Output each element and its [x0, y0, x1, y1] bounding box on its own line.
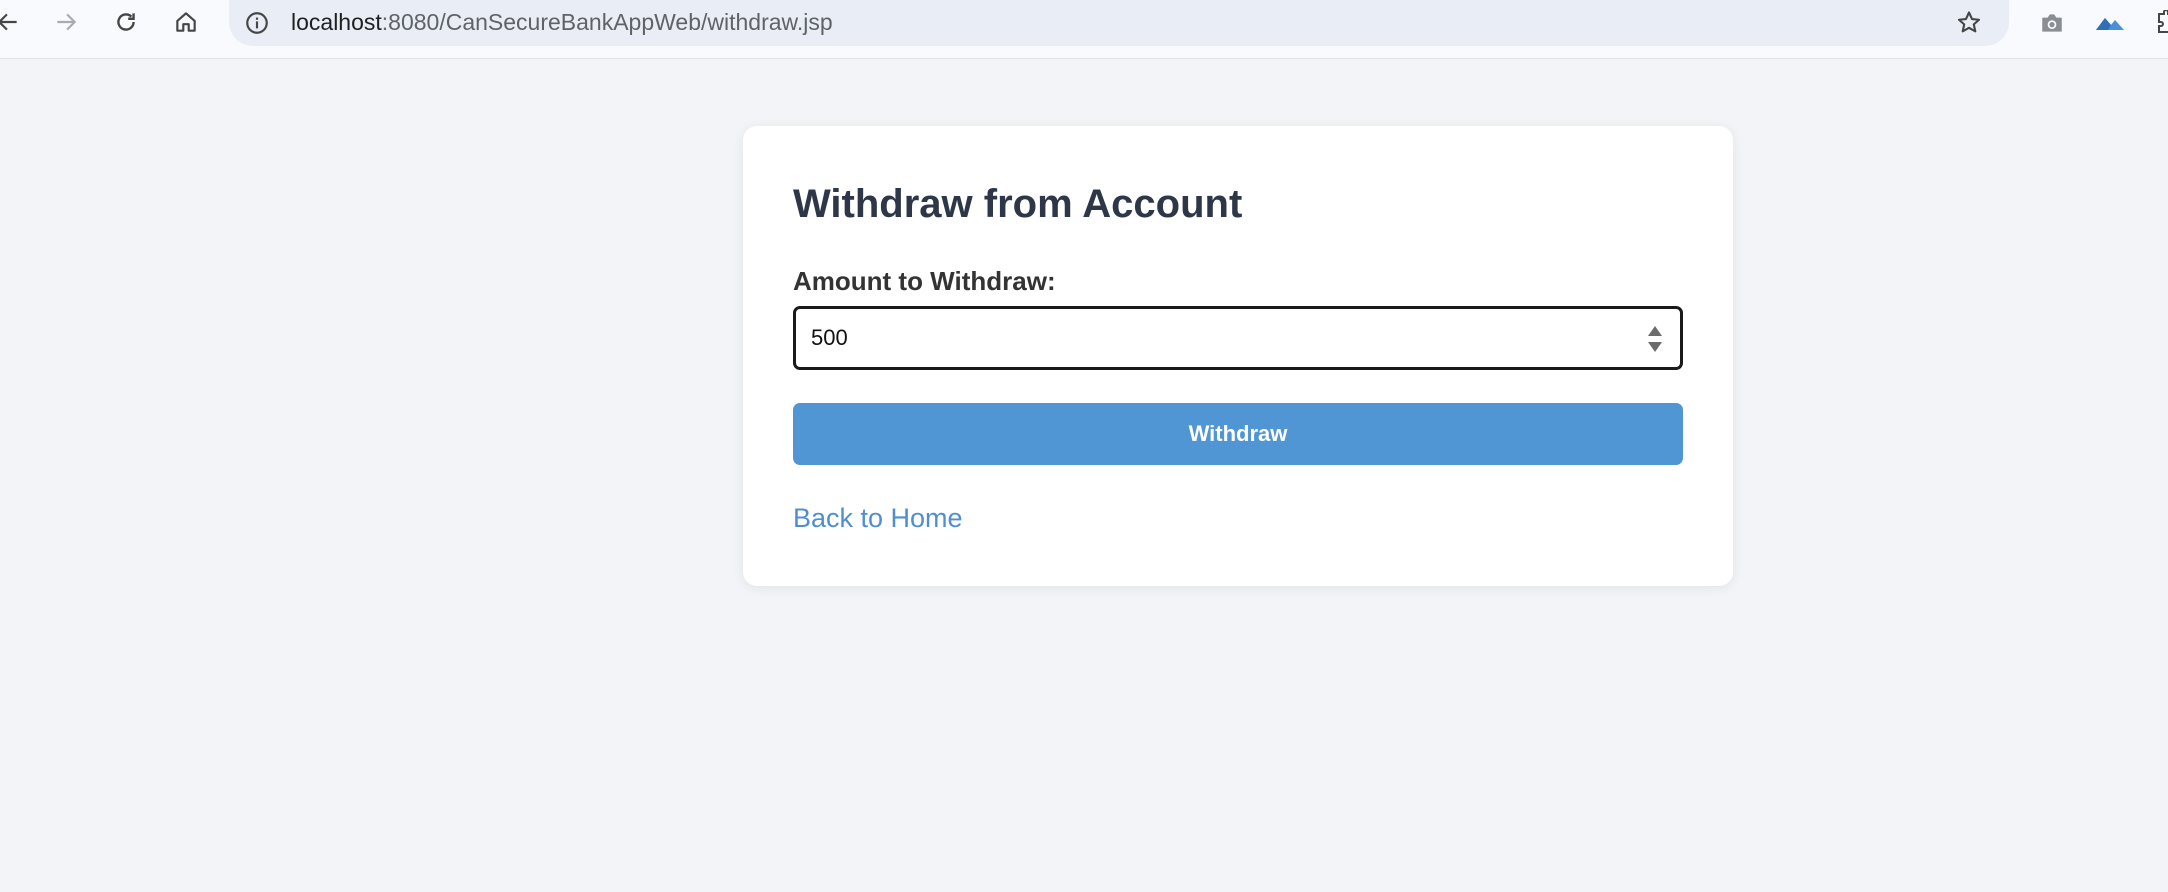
- camera-icon: [2042, 14, 2062, 32]
- withdraw-card: Withdraw from Account Amount to Withdraw…: [743, 126, 1733, 586]
- arrow-left-icon: [0, 13, 17, 31]
- arrow-right-icon: [57, 13, 77, 31]
- back-button[interactable]: [0, 2, 28, 42]
- url-text[interactable]: localhost:8080/CanSecureBankAppWeb/withd…: [291, 9, 833, 36]
- bookmark-star-icon[interactable]: [1955, 9, 1983, 37]
- mountain-icon: [2096, 18, 2124, 30]
- reload-button[interactable]: [106, 2, 146, 42]
- amount-value: 500: [811, 325, 848, 350]
- reload-icon: [117, 13, 135, 31]
- address-bar[interactable]: localhost:8080/CanSecureBankAppWeb/withd…: [229, 0, 2009, 46]
- page-title: Withdraw from Account: [793, 182, 1243, 226]
- home-button[interactable]: [166, 2, 206, 42]
- info-icon[interactable]: [244, 10, 270, 36]
- browser-toolbar: localhost:8080/CanSecureBankAppWeb/withd…: [0, 0, 2168, 59]
- number-spinner-icon[interactable]: [1645, 323, 1665, 355]
- forward-button[interactable]: [46, 2, 86, 42]
- home-icon: [176, 12, 196, 32]
- mountain-extension-button[interactable]: [2094, 8, 2126, 38]
- puzzle-icon: [2158, 10, 2168, 33]
- amount-input[interactable]: 500: [793, 306, 1683, 370]
- screenshot-extension-button[interactable]: [2036, 8, 2068, 38]
- url-path: :8080/CanSecureBankAppWeb/withdraw.jsp: [381, 9, 833, 35]
- withdraw-button[interactable]: Withdraw: [793, 403, 1683, 465]
- back-to-home-link[interactable]: Back to Home: [793, 502, 963, 534]
- url-host: localhost: [291, 9, 382, 35]
- amount-label: Amount to Withdraw:: [793, 266, 1056, 296]
- puzzle-extension-button[interactable]: [2150, 8, 2168, 38]
